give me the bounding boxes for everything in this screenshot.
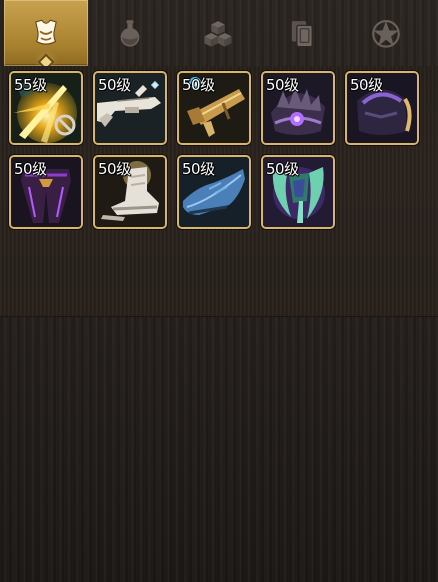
item-slot[interactable]: 50级	[93, 71, 167, 145]
item-level-label: 50级	[350, 76, 383, 94]
tab-equipment[interactable]	[4, 0, 88, 68]
item-slot[interactable]: 50级	[177, 71, 251, 145]
cubes-icon	[204, 21, 232, 47]
item-slot[interactable]: 50级	[93, 155, 167, 229]
item-slot[interactable]: 50级	[9, 155, 83, 229]
item-slot[interactable]: 55级	[9, 71, 83, 145]
item-slot[interactable]: 50级	[261, 155, 335, 229]
item-level-label: 50级	[98, 160, 131, 178]
armor-icon	[35, 19, 57, 45]
item-slot[interactable]: 50级	[177, 155, 251, 229]
item-slot[interactable]: 50级	[261, 71, 335, 145]
item-level-label: 50级	[182, 160, 215, 178]
item-level-label: 50级	[266, 76, 299, 94]
tab-materials[interactable]	[176, 0, 260, 66]
item-level-label: 50级	[266, 160, 299, 178]
tab-potions[interactable]	[88, 0, 172, 66]
potion-flask-icon	[120, 20, 140, 47]
item-grid-panel: 55级 50级 50级 50级 50级 50级 50级 50级 50级	[0, 66, 438, 317]
inventory-screen: 55级 50级 50级 50级 50级 50级 50级 50级 50级	[0, 0, 438, 582]
pentagram-star-icon	[372, 20, 400, 48]
tab-special[interactable]	[344, 0, 428, 66]
tab-cards[interactable]	[260, 0, 344, 66]
item-level-label: 55级	[14, 76, 47, 94]
item-level-label: 50级	[14, 160, 47, 178]
cards-icon	[291, 21, 313, 48]
item-level-label: 50级	[98, 76, 131, 94]
item-slot[interactable]: 50级	[345, 71, 419, 145]
category-tab-bar	[0, 0, 438, 68]
item-level-label: 50级	[182, 76, 215, 94]
